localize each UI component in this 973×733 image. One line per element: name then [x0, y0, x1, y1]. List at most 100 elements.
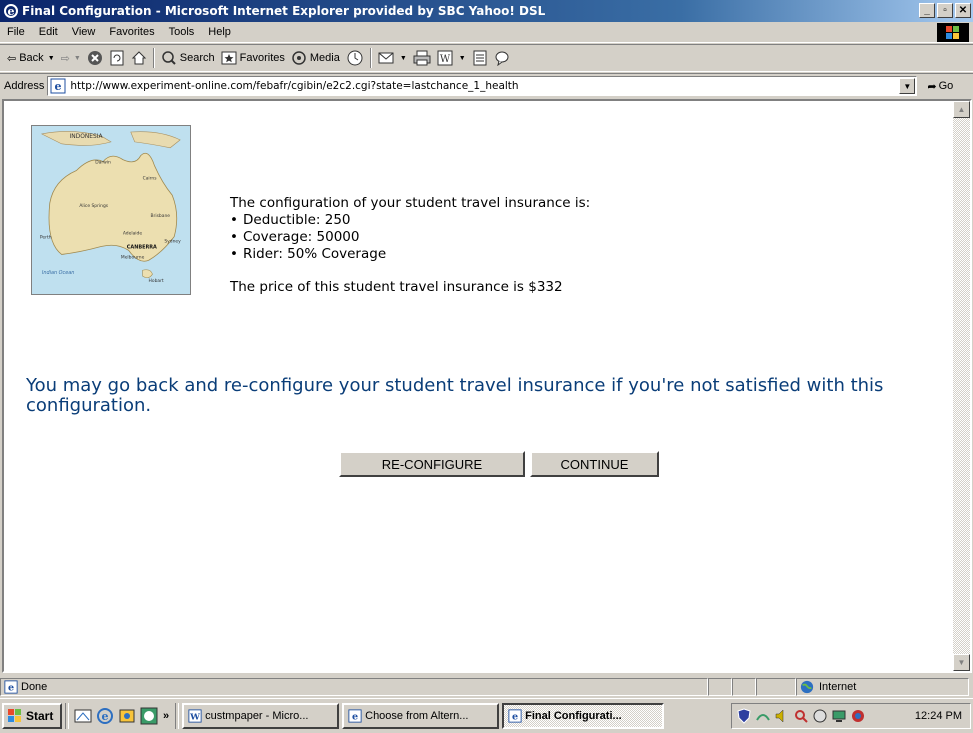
antivirus-shield-icon[interactable]	[736, 708, 752, 724]
favorites-label: Favorites	[239, 52, 285, 64]
word-document-icon: W	[188, 709, 202, 723]
more-quicklaunch-icon[interactable]: »	[163, 710, 169, 722]
favorites-icon	[221, 51, 237, 65]
print-button[interactable]	[410, 47, 434, 69]
map-label-cairns: Cairns	[143, 175, 158, 181]
history-button[interactable]	[343, 47, 367, 69]
system-tray: 12:24 PM	[731, 703, 971, 729]
stop-button[interactable]	[84, 47, 106, 69]
search-tray-icon[interactable]	[793, 708, 809, 724]
start-label: Start	[26, 709, 54, 723]
back-label: Back	[19, 52, 44, 64]
ie-page-icon: e	[508, 709, 522, 723]
clock-app-icon[interactable]	[140, 707, 158, 725]
mail-button[interactable]: ▼	[375, 47, 410, 69]
document-icon	[473, 50, 487, 66]
menu-help[interactable]: Help	[201, 26, 238, 38]
list-item-coverage: Coverage: 50000	[230, 229, 590, 246]
word-edit-icon: W	[437, 50, 453, 66]
configuration-summary: The configuration of your student travel…	[230, 195, 590, 296]
show-desktop-icon[interactable]	[74, 707, 92, 725]
status-cell	[708, 678, 732, 696]
back-button[interactable]: ⇦ Back ▼	[4, 47, 58, 69]
map-label-brisbane: Brisbane	[151, 213, 171, 219]
map-label-indonesia: INDONESIA	[70, 134, 103, 140]
svg-text:e: e	[55, 80, 62, 93]
go-label: Go	[938, 80, 954, 92]
task-button-word[interactable]: W custmpaper - Micro...	[182, 703, 340, 729]
security-zone-label: Internet	[819, 681, 857, 693]
toolbar-separator	[152, 48, 155, 68]
refresh-button[interactable]	[106, 47, 128, 69]
list-item-deductible: Deductible: 250	[230, 212, 590, 229]
map-label-canberra: CANBERRA	[127, 245, 157, 251]
chevron-down-icon: ▼	[399, 54, 407, 62]
task-label: Choose from Altern...	[365, 710, 469, 722]
address-input[interactable]: e http://www.experiment-online.com/febaf…	[47, 76, 918, 96]
favorites-button[interactable]: Favorites	[218, 47, 288, 69]
outlook-icon[interactable]	[118, 707, 136, 725]
status-cell	[732, 678, 756, 696]
address-bar: Address e http://www.experiment-online.c…	[0, 73, 973, 98]
reconfigure-notice: You may go back and re-configure your st…	[26, 375, 884, 416]
map-label-perth: Perth	[40, 235, 52, 241]
title-bar[interactable]: e Final Configuration - Microsoft Intern…	[0, 0, 973, 22]
maximize-button[interactable]: ▫	[937, 3, 953, 18]
home-button[interactable]	[128, 47, 150, 69]
edit-button[interactable]: W ▼	[434, 47, 469, 69]
go-button[interactable]: ➦ Go	[927, 80, 953, 93]
minimize-button[interactable]: _	[919, 3, 935, 18]
start-button[interactable]: Start	[2, 703, 62, 729]
chevron-down-icon: ▼	[73, 54, 81, 62]
reconfigure-button[interactable]: RE-CONFIGURE	[339, 451, 525, 477]
task-button-final-configuration[interactable]: e Final Configurati...	[502, 703, 665, 729]
svg-text:e: e	[8, 5, 15, 18]
network-icon[interactable]	[755, 708, 771, 724]
window-title: Final Configuration - Microsoft Internet…	[22, 4, 546, 18]
configuration-intro: The configuration of your student travel…	[230, 195, 591, 211]
menu-file[interactable]: File	[0, 26, 32, 38]
print-icon	[413, 50, 431, 66]
messenger-button[interactable]	[491, 47, 513, 69]
forward-button[interactable]: ⇨ ▼	[58, 47, 84, 69]
map-label-sydney: Sydney	[164, 239, 181, 245]
address-dropdown-button[interactable]: ▼	[899, 78, 916, 94]
ie-quicklaunch-icon[interactable]: e	[96, 707, 114, 725]
media-button[interactable]: Media	[288, 47, 343, 69]
menu-view[interactable]: View	[65, 26, 103, 38]
continue-button[interactable]: CONTINUE	[530, 451, 659, 477]
discuss-button[interactable]	[469, 47, 491, 69]
menu-bar: File Edit View Favorites Tools Help	[0, 22, 973, 43]
computer-icon[interactable]	[831, 708, 847, 724]
page-icon: e	[4, 680, 18, 694]
close-button[interactable]: ✕	[955, 3, 971, 18]
back-arrow-icon: ⇦	[7, 52, 17, 65]
search-button[interactable]: Search	[158, 47, 218, 69]
scroll-down-button[interactable]: ▼	[953, 654, 970, 671]
menu-edit[interactable]: Edit	[32, 26, 65, 38]
status-cell	[756, 678, 796, 696]
media-label: Media	[309, 52, 340, 64]
svg-text:W: W	[440, 54, 451, 65]
menu-favorites[interactable]: Favorites	[102, 26, 161, 38]
configuration-list: Deductible: 250 Coverage: 50000 Rider: 5…	[230, 212, 590, 263]
sync-icon[interactable]	[812, 708, 828, 724]
svg-text:e: e	[102, 710, 109, 723]
messenger-icon[interactable]	[850, 708, 866, 724]
menu-tools[interactable]: Tools	[162, 26, 202, 38]
map-label-indian-ocean: Indian Ocean	[42, 270, 75, 276]
ie-window: e Final Configuration - Microsoft Intern…	[0, 0, 973, 733]
quicklaunch-separator	[65, 703, 69, 729]
taskbar: Start e » W custmpaper - Micro... e Choo…	[0, 698, 973, 733]
task-button-choose[interactable]: e Choose from Altern...	[342, 703, 500, 729]
status-text: Done	[21, 681, 48, 693]
map-label-hobart: Hobart	[149, 278, 164, 284]
volume-icon[interactable]	[774, 708, 790, 724]
svg-text:e: e	[512, 712, 518, 723]
vertical-scrollbar[interactable]: ▲ ▼	[953, 101, 970, 671]
task-label: Final Configurati...	[525, 710, 622, 722]
scroll-up-button[interactable]: ▲	[953, 101, 970, 118]
address-url: http://www.experiment-online.com/febafr/…	[70, 80, 519, 92]
chat-bubble-icon	[495, 51, 509, 66]
australia-map-image: INDONESIA Darwin Cairns Alice Springs Br…	[31, 125, 191, 295]
